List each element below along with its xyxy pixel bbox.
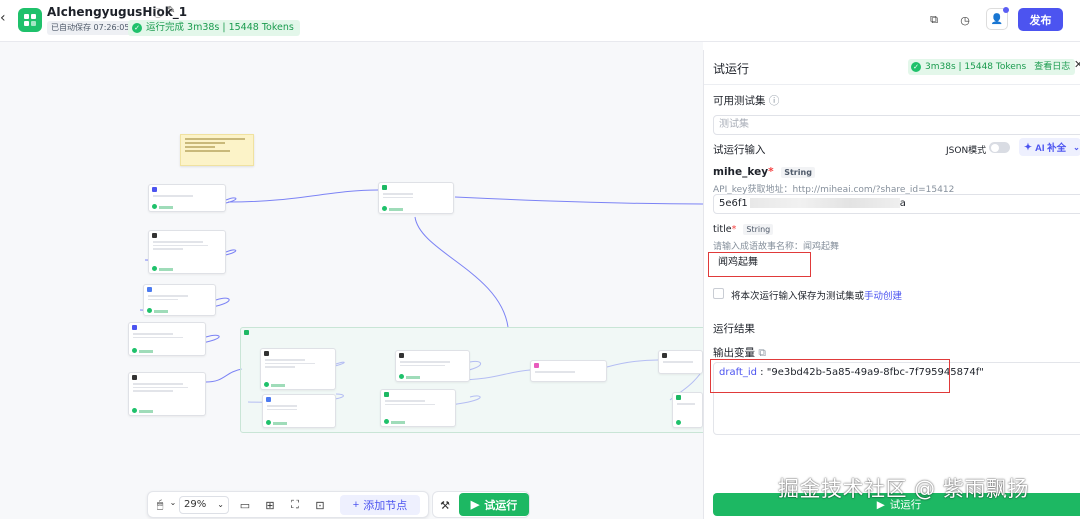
canvas-toolbar: 🖱 ⌄ 29% ⌄ ▭ ⊞ ⛶ ⊡ + 添加节点 [147,491,429,518]
chevron-down-icon: ⌄ [217,500,224,509]
workflow-node-loop-4[interactable] [380,389,456,427]
workflow-node-draft[interactable] [128,372,206,416]
close-icon[interactable]: ✕ [1074,58,1080,71]
chevron-left-icon[interactable]: ‹ [0,10,10,30]
copy-icon[interactable]: ⧉ [758,347,766,359]
watermark: 掘金技术社区 @ 紫雨飘扬 [778,477,1029,501]
workflow-node-text[interactable] [143,284,216,316]
save-testset-checkbox[interactable] [713,288,724,299]
publish-button[interactable]: 发布 [1018,8,1063,31]
test-run-button[interactable]: ▶ 试运行 [459,493,529,516]
top-header: ‹ AIchengyugusHiok_1 ⓘ ✎ 已自动保存 07:26:05 … [0,0,1080,42]
add-node-label: 添加节点 [363,500,408,512]
history-icon[interactable]: ◷ [956,11,974,29]
collaborator-button[interactable]: 👤 [986,7,1009,30]
testset-label: 可用测试集 ⓘ [713,95,780,107]
comment-icon[interactable]: ▭ [237,497,253,513]
grid-layout-icon[interactable]: ⊞ [262,497,278,513]
notification-dot [1003,7,1009,13]
app-logo [18,8,42,32]
minimap-icon[interactable]: ⊡ [312,497,328,513]
test-run-label: 试运行 [484,499,518,512]
test-run-panel: 试运行 ✓ 3m38s | 15448 Tokens 查看日志 ✕ 可用测试集 … [703,50,1080,519]
workflow-node-loop-3[interactable] [395,350,470,382]
mihe-key-input[interactable]: 5e6f1 a [713,194,1080,214]
image-icon[interactable]: ⛶ [287,497,303,513]
field-label-title: title* String [713,224,774,235]
output-variable-label: 输出变量 ⧉ [713,347,766,359]
field-desc-title: 请输入成语故事名称：闻鸡起舞 [713,242,840,252]
workflow-node-video[interactable] [128,322,206,356]
view-log-link[interactable]: 查看日志 [1034,59,1070,75]
ai-fill-button[interactable]: ✦ AI 补全 ⌄ [1019,138,1080,156]
type-tag: String [743,224,774,235]
add-node-button[interactable]: + 添加节点 [340,495,420,515]
workflow-node-loop-7[interactable] [672,392,703,428]
workflow-node-loop-6[interactable] [658,350,703,374]
zoom-value: 29% [184,499,207,510]
check-icon: ✓ [132,23,142,33]
connection-lines [129,189,703,409]
edit-icon[interactable]: ✎ [167,5,175,20]
check-icon: ✓ [911,62,921,72]
redacted-value [749,198,900,208]
workflow-node-loop-2[interactable] [262,394,336,428]
chevron-down-icon: ⌄ [1073,142,1080,152]
field-label-mihe-key: mihe_key* String [713,166,815,178]
type-tag: String [781,166,815,178]
test-input-label: 试运行输入 [713,144,766,156]
run-result-label: 运行结果 [713,323,755,335]
panel-run-badge: ✓ 3m38s | 15448 Tokens 查看日志 [908,59,1076,75]
wrench-icon[interactable]: ⚒ [437,497,453,513]
workflow-node-plugin[interactable] [148,230,226,274]
panel-title: 试运行 [713,62,750,76]
divider [704,84,1080,85]
info-icon[interactable]: ⓘ [153,5,163,20]
plus-icon: + [352,499,360,511]
highlight-box [708,252,811,277]
run-status-text: 运行完成 3m38s | 15448 Tokens [146,22,294,33]
panel-run-stats: 3m38s | 15448 Tokens [925,62,1027,72]
manual-create-link[interactable]: 手动创建 [864,291,902,302]
autosave-label: 已自动保存 07:26:05 [47,21,134,35]
info-icon: ⓘ [768,95,780,107]
copy-icon[interactable]: ⧉ [925,11,943,29]
highlight-box [710,359,950,393]
run-status-badge: ✓ 运行完成 3m38s | 15448 Tokens [128,20,300,36]
json-mode-toggle[interactable] [989,142,1010,153]
save-testset-label: 将本次运行输入保存为测试集或手动创建 [731,291,903,302]
ai-fill-label: AI 补全 [1034,143,1067,154]
workflow-node-loop-1[interactable] [260,348,336,390]
canvas-note[interactable] [180,134,254,166]
workflow-node-start[interactable] [148,184,226,212]
workflow-node-loop-5[interactable] [530,360,607,382]
sparkle-icon: ✦ [1024,141,1032,153]
user-icon: 👤 [990,13,1004,25]
zoom-select[interactable]: 29% ⌄ [179,496,229,514]
json-mode-label: JSON模式 [946,146,987,156]
play-icon: ▶ [470,499,480,511]
testset-select[interactable]: 测试集 [713,115,1080,135]
workflow-node-generate[interactable] [378,182,454,214]
workflow-canvas[interactable] [0,42,703,519]
